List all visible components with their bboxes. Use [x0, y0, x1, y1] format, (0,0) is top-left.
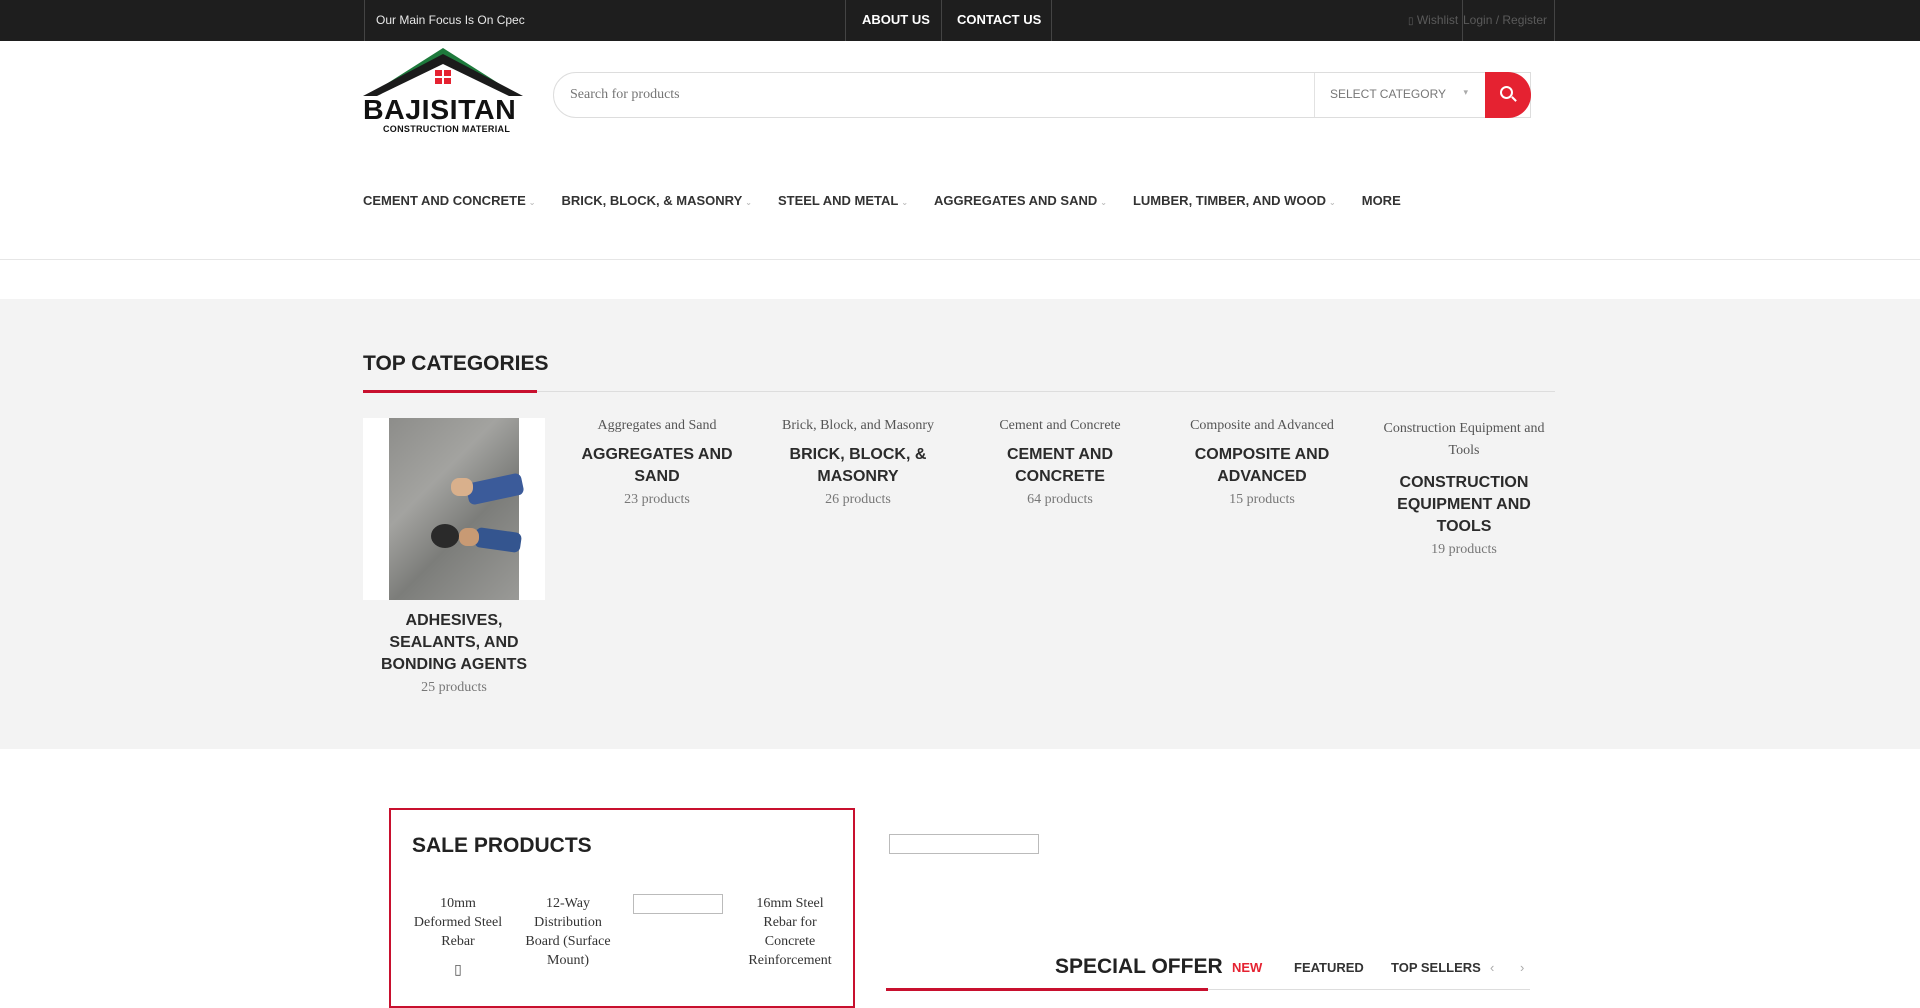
- main-navigation: CEMENT AND CONCRETE ⌄ BRICK, BLOCK, & MAS…: [363, 193, 1427, 213]
- product-card[interactable]: 16mm Steel Rebar for Concrete Reinforcem…: [744, 894, 836, 970]
- category-image[interactable]: [363, 418, 545, 600]
- section-divider: [363, 391, 1555, 392]
- worker-hand: [451, 478, 473, 496]
- topbar-tagline: Our Main Focus Is On Cpec: [376, 13, 525, 27]
- topbar-divider: [845, 0, 846, 41]
- category-count: 64 products: [1027, 492, 1093, 507]
- chevron-down-icon: ⌄: [1100, 198, 1107, 207]
- wishlist-link[interactable]: ▯ Wishlist: [1408, 13, 1458, 27]
- nav-item-label: MORE: [1361, 193, 1401, 208]
- tabs-title: SPECIAL OFFER: [1055, 955, 1223, 978]
- category-name[interactable]: AGGREGATES AND SAND: [566, 444, 748, 488]
- header-divider: [0, 259, 1920, 260]
- tab-top-sellers[interactable]: TOP SELLERS: [1391, 960, 1481, 975]
- login-register-link[interactable]: Login / Register: [1463, 13, 1547, 27]
- product-card[interactable]: 12-Way Distribution Board (Surface Mount…: [522, 894, 614, 970]
- logo-subtitle: CONSTRUCTION MATERIAL: [383, 124, 511, 134]
- topbar-divider: [941, 0, 942, 41]
- category-card[interactable]: ADHESIVES, SEALANTS, AND BONDING AGENTS …: [363, 418, 545, 696]
- category-image[interactable]: Brick, Block, and Masonry: [767, 418, 949, 434]
- product-card[interactable]: [632, 894, 724, 920]
- chevron-down-icon: ⌄: [1329, 198, 1336, 207]
- section-title-underline: [363, 390, 537, 393]
- category-name[interactable]: COMPOSITE AND ADVANCED: [1171, 444, 1353, 488]
- category-image[interactable]: Construction Equipment and Tools: [1373, 418, 1555, 462]
- nav-item-label: BRICK, BLOCK, & MASONRY: [561, 193, 743, 208]
- nav-item-more[interactable]: MORE: [1362, 193, 1401, 213]
- promo-banner-image[interactable]: [889, 834, 1039, 854]
- category-name[interactable]: CONSTRUCTION EQUIPMENT AND TOOLS: [1373, 472, 1555, 538]
- chevron-down-icon: ▾: [1463, 87, 1468, 97]
- nav-item-aggregates-sand[interactable]: AGGREGATES AND SAND ⌄: [934, 193, 1107, 213]
- chevron-down-icon: ⌄: [901, 198, 909, 207]
- trowel: [431, 524, 459, 548]
- category-name[interactable]: CEMENT AND CONCRETE: [969, 444, 1151, 488]
- worker-hand: [459, 528, 479, 546]
- category-card[interactable]: Cement and Concrete CEMENT AND CONCRETE …: [969, 418, 1151, 508]
- nav-item-label: CEMENT AND CONCRETE: [363, 193, 526, 208]
- nav-item-steel-metal[interactable]: STEEL AND METAL ⌄: [778, 193, 908, 213]
- category-card[interactable]: Brick, Block, and Masonry BRICK, BLOCK, …: [767, 418, 949, 508]
- category-count: 23 products: [624, 492, 690, 507]
- topbar-divider: [364, 0, 365, 41]
- category-count: 19 products: [1431, 542, 1497, 557]
- category-image[interactable]: Composite and Advanced: [1171, 418, 1353, 434]
- category-name[interactable]: BRICK, BLOCK, & MASONRY: [767, 444, 949, 488]
- section-title: TOP CATEGORIES: [363, 352, 549, 375]
- category-count: 26 products: [825, 492, 891, 507]
- nav-item-cement-concrete[interactable]: CEMENT AND CONCRETE ⌄: [363, 193, 535, 213]
- heart-icon: ▯: [1408, 16, 1414, 27]
- chevron-down-icon: ⌄: [745, 198, 752, 207]
- nav-item-brick-block-masonry[interactable]: BRICK, BLOCK, & MASONRY ⌄: [561, 193, 752, 213]
- search-bar: SELECT CATEGORY ▾: [553, 72, 1531, 118]
- plaster-wall-photo: [389, 418, 519, 600]
- category-select-label: SELECT CATEGORY: [1330, 87, 1447, 101]
- chevron-down-icon: ⌄: [528, 198, 536, 207]
- nav-item-label: STEEL AND METAL: [777, 193, 899, 208]
- category-card[interactable]: Composite and Advanced COMPOSITE AND ADV…: [1171, 418, 1353, 508]
- category-card[interactable]: Aggregates and Sand AGGREGATES AND SAND …: [566, 418, 748, 508]
- tab-new[interactable]: NEW: [1232, 960, 1262, 975]
- category-count: 25 products: [421, 680, 487, 695]
- about-us-link[interactable]: ABOUT US: [862, 12, 930, 27]
- product-tabs: SPECIAL OFFER NEW FEATURED TOP SELLERS ‹…: [886, 955, 1530, 991]
- logo-wordmark: BAJISITAN: [363, 94, 517, 125]
- top-bar: Our Main Focus Is On Cpec ABOUT US CONTA…: [0, 0, 1920, 41]
- category-count: 15 products: [1229, 492, 1295, 507]
- nav-item-lumber-timber-wood[interactable]: LUMBER, TIMBER, AND WOOD ⌄: [1133, 193, 1336, 213]
- product-image[interactable]: [633, 894, 723, 914]
- category-name[interactable]: ADHESIVES, SEALANTS, AND BONDING AGENTS: [363, 610, 545, 676]
- nav-item-label: AGGREGATES AND SAND: [934, 193, 1098, 208]
- product-image[interactable]: 16mm Steel Rebar for Concrete Reinforcem…: [744, 894, 836, 970]
- product-image[interactable]: 10mm Deformed Steel Rebar: [412, 894, 504, 951]
- topbar-divider: [1051, 0, 1052, 41]
- wishlist-icon[interactable]: ▯: [412, 961, 504, 980]
- house-roof-icon: [363, 48, 523, 96]
- sale-products-box: SALE PRODUCTS 10mm Deformed Steel Rebar …: [389, 808, 855, 1008]
- topbar-divider: [1554, 0, 1555, 41]
- top-categories-section: TOP CATEGORIES ADHESIVES, SEALANTS, AND …: [0, 299, 1920, 749]
- chevron-right-icon[interactable]: ›: [1520, 960, 1524, 975]
- category-select[interactable]: SELECT CATEGORY ▾: [1314, 73, 1484, 117]
- category-card[interactable]: Construction Equipment and Tools CONSTRU…: [1373, 418, 1555, 558]
- product-image[interactable]: 12-Way Distribution Board (Surface Mount…: [522, 894, 614, 970]
- contact-us-link[interactable]: CONTACT US: [957, 12, 1041, 27]
- chevron-left-icon[interactable]: ‹: [1490, 960, 1494, 975]
- wishlist-label: Wishlist: [1416, 13, 1459, 27]
- sale-products-title: SALE PRODUCTS: [412, 834, 592, 857]
- search-icon: [1500, 86, 1513, 99]
- search-input[interactable]: [570, 73, 1290, 117]
- nav-item-label: LUMBER, TIMBER, AND WOOD: [1132, 193, 1327, 208]
- category-image[interactable]: Cement and Concrete: [969, 418, 1151, 434]
- tab-featured[interactable]: FEATURED: [1294, 960, 1364, 975]
- site-logo[interactable]: BAJISITAN CONSTRUCTION MATERIAL: [363, 46, 523, 134]
- tabs-title-underline: [886, 988, 1208, 991]
- category-image[interactable]: Aggregates and Sand: [566, 418, 748, 434]
- search-button[interactable]: [1485, 72, 1531, 118]
- product-card[interactable]: 10mm Deformed Steel Rebar ▯: [412, 894, 504, 980]
